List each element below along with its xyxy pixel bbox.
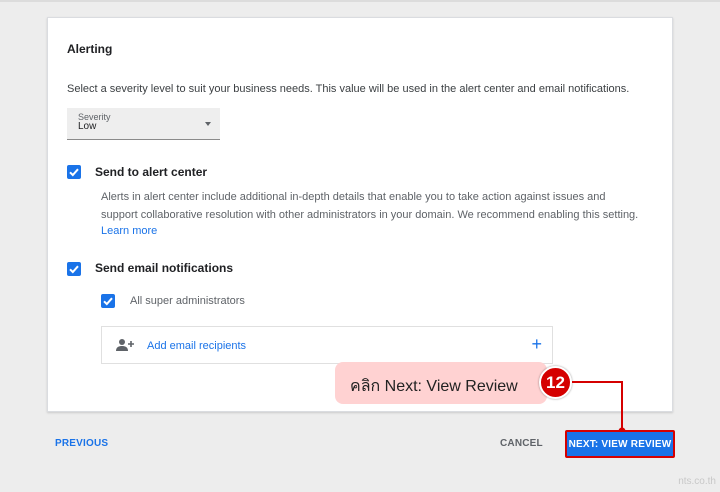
top-divider [0,0,720,2]
super-admins-label: All super administrators [130,295,245,307]
step-number-badge: 12 [539,366,572,399]
email-notifications-label: Send email notifications [95,261,234,275]
section-description: Select a severity level to suit your bus… [67,83,630,95]
next-view-review-button[interactable]: NEXT: VIEW REVIEW [565,430,675,458]
watermark: nts.co.th [678,476,716,487]
checkmark-icon [69,168,79,177]
person-add-icon [116,339,134,351]
email-notifications-checkbox[interactable] [67,262,81,276]
previous-button[interactable]: PREVIOUS [55,438,108,449]
alerting-card: Alerting Select a severity level to suit… [47,17,673,412]
callout-text: คลิก Next: View Review [350,378,518,395]
checkmark-icon [103,297,113,306]
super-admins-checkbox[interactable] [101,294,115,308]
learn-more-link[interactable]: Learn more [101,225,157,237]
cancel-button[interactable]: CANCEL [500,438,543,449]
alert-center-description: Alerts in alert center include additiona… [101,191,639,221]
tutorial-callout: คลิก Next: View Review [335,362,547,404]
alert-center-checkbox[interactable] [67,165,81,179]
plus-icon[interactable]: + [531,334,542,354]
caret-down-icon [205,122,211,126]
section-title: Alerting [67,42,113,56]
severity-select[interactable]: Severity Low [67,108,220,140]
add-email-recipients-label: Add email recipients [147,340,247,352]
severity-value: Low [78,121,97,132]
alert-center-label: Send to alert center [95,165,208,179]
add-email-recipients-row[interactable]: Add email recipients + [101,326,553,364]
checkmark-icon [69,265,79,274]
